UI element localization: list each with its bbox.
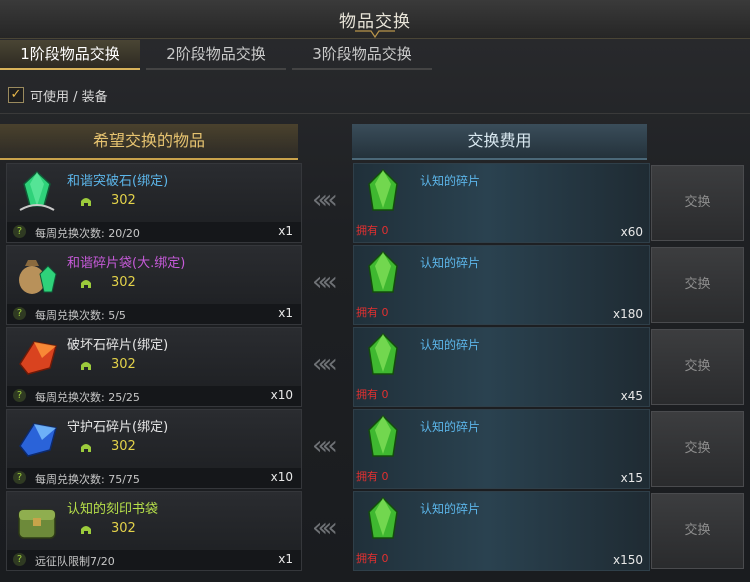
exchange-row: 和谐碎片袋(大.绑定) 302 ? 每周兑换次数: 5/5 x1 «« 认知的碎… xyxy=(0,245,750,325)
cost-quantity: x180 xyxy=(612,307,643,321)
item-quantity: x10 xyxy=(270,388,293,402)
helmet-icon xyxy=(79,276,93,290)
double-arrow-left-icon: «« xyxy=(312,513,338,543)
item-limit-bar: ? 每周兑换次数: 5/5 x1 xyxy=(7,304,301,324)
cost-quantity: x150 xyxy=(612,553,643,567)
cost-quantity: x60 xyxy=(620,225,643,239)
exchange-button[interactable]: 交换 xyxy=(651,247,744,323)
helmet-icon xyxy=(79,194,93,208)
green-crystal-icon xyxy=(14,170,60,216)
helmet-icon xyxy=(79,358,93,372)
green-shard-icon xyxy=(361,414,405,462)
title-ornament-icon xyxy=(355,30,395,38)
helmet-icon xyxy=(79,522,93,536)
item-price: 302 xyxy=(111,275,136,290)
helmet-icon xyxy=(79,440,93,454)
cost-item-name: 认知的碎片 xyxy=(420,338,481,352)
exchange-cost-card[interactable]: 认知的碎片 拥有 0 x45 xyxy=(353,327,650,407)
cost-item-name: 认知的碎片 xyxy=(420,420,481,434)
exchange-limit: 每周兑换次数: 75/75 xyxy=(35,473,140,486)
help-icon[interactable]: ? xyxy=(13,389,26,402)
exchange-button[interactable]: 交换 xyxy=(651,329,744,405)
exchange-limit: 每周兑换次数: 25/25 xyxy=(35,391,140,404)
double-arrow-left-icon: «« xyxy=(312,431,338,461)
help-icon[interactable]: ? xyxy=(13,471,26,484)
wanted-item-card[interactable]: 和谐碎片袋(大.绑定) 302 ? 每周兑换次数: 5/5 x1 xyxy=(6,245,302,325)
owned-count: 拥有 0 xyxy=(356,470,389,483)
item-price: 302 xyxy=(111,357,136,372)
exchange-row: 守护石碎片(绑定) 302 ? 每周兑换次数: 75/75 x10 «« 认知的… xyxy=(0,409,750,489)
green-shard-icon xyxy=(361,332,405,380)
item-price: 302 xyxy=(111,521,136,536)
wanted-item-card[interactable]: 破坏石碎片(绑定) 302 ? 每周兑换次数: 25/25 x10 xyxy=(6,327,302,407)
item-quantity: x1 xyxy=(278,306,293,320)
owned-count: 拥有 0 xyxy=(356,552,389,565)
item-price: 302 xyxy=(111,193,136,208)
item-limit-bar: ? 每周兑换次数: 75/75 x10 xyxy=(7,468,301,488)
item-limit-bar: ? 每周兑换次数: 25/25 x10 xyxy=(7,386,301,406)
wanted-item-card[interactable]: 和谐突破石(绑定) 302 ? 每周兑换次数: 20/20 x1 xyxy=(6,163,302,243)
red-shard-icon xyxy=(14,334,60,380)
green-shard-icon xyxy=(361,496,405,544)
green-shard-icon xyxy=(361,168,405,216)
cost-item-name: 认知的碎片 xyxy=(420,256,481,270)
exchange-cost-header: 交换费用 xyxy=(352,124,647,160)
green-bag-icon xyxy=(14,498,60,544)
item-limit-bar: ? 远征队限制7/20 x1 xyxy=(7,550,301,570)
item-quantity: x10 xyxy=(270,470,293,484)
usable-filter-label: 可使用 / 装备 xyxy=(30,89,108,105)
owned-count: 拥有 0 xyxy=(356,388,389,401)
exchange-limit: 每周兑换次数: 20/20 xyxy=(35,227,140,240)
stage-tabs: 1阶段物品交换 2阶段物品交换 3阶段物品交换 xyxy=(0,40,750,70)
exchange-row: 认知的刻印书袋 302 ? 远征队限制7/20 x1 «« 认知的碎片 拥有 0… xyxy=(0,491,750,571)
usable-filter[interactable]: ✓ 可使用 / 装备 xyxy=(8,86,108,105)
exchange-cost-card[interactable]: 认知的碎片 拥有 0 x15 xyxy=(353,409,650,489)
exchange-limit: 每周兑换次数: 5/5 xyxy=(35,309,126,322)
help-icon[interactable]: ? xyxy=(13,307,26,320)
help-icon[interactable]: ? xyxy=(13,225,26,238)
title-bar: 物品交换 xyxy=(0,0,750,39)
owned-count: 拥有 0 xyxy=(356,224,389,237)
item-name: 和谐碎片袋(大.绑定) xyxy=(67,256,186,271)
tab-stage-2[interactable]: 2阶段物品交换 xyxy=(146,40,286,70)
wanted-item-card[interactable]: 守护石碎片(绑定) 302 ? 每周兑换次数: 75/75 x10 xyxy=(6,409,302,489)
wanted-items-header: 希望交换的物品 xyxy=(0,124,298,160)
cost-quantity: x15 xyxy=(620,471,643,485)
blue-shard-icon xyxy=(14,416,60,462)
exchange-button[interactable]: 交换 xyxy=(651,411,744,487)
window-title: 物品交换 xyxy=(339,12,411,32)
divider xyxy=(0,113,750,114)
exchange-button[interactable]: 交换 xyxy=(651,165,744,241)
exchange-cost-card[interactable]: 认知的碎片 拥有 0 x150 xyxy=(353,491,650,571)
item-limit-bar: ? 每周兑换次数: 20/20 x1 xyxy=(7,222,301,242)
cost-item-name: 认知的碎片 xyxy=(420,502,481,516)
cost-quantity: x45 xyxy=(620,389,643,403)
wanted-item-card[interactable]: 认知的刻印书袋 302 ? 远征队限制7/20 x1 xyxy=(6,491,302,571)
sack-icon xyxy=(14,252,60,298)
item-price: 302 xyxy=(111,439,136,454)
item-name: 守护石碎片(绑定) xyxy=(67,420,169,435)
double-arrow-left-icon: «« xyxy=(312,267,338,297)
double-arrow-left-icon: «« xyxy=(312,185,338,215)
item-quantity: x1 xyxy=(278,552,293,566)
tab-stage-1[interactable]: 1阶段物品交换 xyxy=(0,40,140,70)
exchange-cost-card[interactable]: 认知的碎片 拥有 0 x180 xyxy=(353,245,650,325)
item-name: 和谐突破石(绑定) xyxy=(67,174,169,189)
tab-stage-3[interactable]: 3阶段物品交换 xyxy=(292,40,432,70)
exchange-cost-card[interactable]: 认知的碎片 拥有 0 x60 xyxy=(353,163,650,243)
green-shard-icon xyxy=(361,250,405,298)
owned-count: 拥有 0 xyxy=(356,306,389,319)
exchange-row: 破坏石碎片(绑定) 302 ? 每周兑换次数: 25/25 x10 «« 认知的… xyxy=(0,327,750,407)
item-name: 破坏石碎片(绑定) xyxy=(67,338,169,353)
double-arrow-left-icon: «« xyxy=(312,349,338,379)
item-name: 认知的刻印书袋 xyxy=(67,502,159,517)
exchange-row: 和谐突破石(绑定) 302 ? 每周兑换次数: 20/20 x1 «« 认知的碎… xyxy=(0,163,750,243)
exchange-limit: 远征队限制7/20 xyxy=(35,555,115,568)
item-quantity: x1 xyxy=(278,224,293,238)
exchange-button[interactable]: 交换 xyxy=(651,493,744,569)
cost-item-name: 认知的碎片 xyxy=(420,174,481,188)
help-icon[interactable]: ? xyxy=(13,553,26,566)
usable-checkbox[interactable]: ✓ xyxy=(8,87,24,103)
item-exchange-window: 物品交换 1阶段物品交换 2阶段物品交换 3阶段物品交换 ✓ 可使用 / 装备 … xyxy=(0,0,750,582)
